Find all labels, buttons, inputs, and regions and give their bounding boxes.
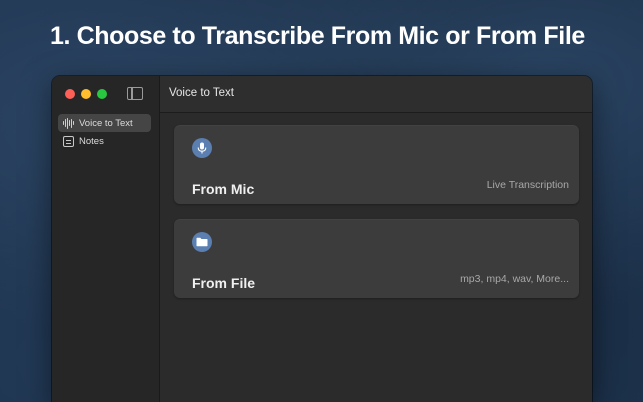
card-title: From Mic [192, 181, 255, 197]
sidebar-item-label: Notes [79, 135, 104, 147]
card-subtitle: mp3, mp4, wav, More... [460, 273, 569, 285]
toolbar: Voice to Text [160, 76, 592, 113]
close-window-button[interactable] [65, 89, 75, 99]
card-subtitle: Live Transcription [486, 179, 569, 191]
notes-icon [63, 135, 74, 147]
window-title: Voice to Text [169, 87, 234, 99]
minimize-window-button[interactable] [81, 89, 91, 99]
sidebar: Voice to Text Notes [52, 76, 160, 402]
sidebar-item-notes[interactable]: Notes [58, 132, 151, 150]
headline: 1. Choose to Transcribe From Mic or From… [50, 22, 585, 50]
microphone-icon [192, 138, 212, 158]
folder-icon [192, 232, 212, 252]
from-mic-card[interactable]: From Mic Live Transcription [174, 125, 579, 204]
app-window: Voice to Text Notes Voice to Text From M… [52, 76, 592, 402]
main-content: From Mic Live Transcription From File mp… [160, 113, 592, 402]
sidebar-item-voice-to-text[interactable]: Voice to Text [58, 114, 151, 132]
waveform-icon [63, 117, 74, 129]
card-title: From File [192, 275, 256, 291]
from-file-card[interactable]: From File mp3, mp4, wav, More... [174, 219, 579, 298]
maximize-window-button[interactable] [97, 89, 107, 99]
sidebar-toggle-icon[interactable] [127, 87, 143, 100]
sidebar-item-label: Voice to Text [79, 117, 133, 129]
